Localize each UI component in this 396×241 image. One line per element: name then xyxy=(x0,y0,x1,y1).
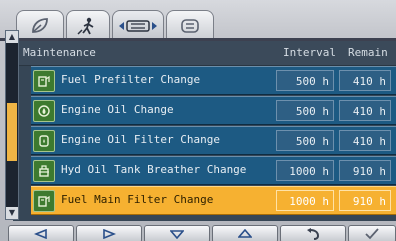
oil-drop-icon xyxy=(33,100,55,122)
item-remain: 910 h xyxy=(339,190,391,211)
fuel-filter-icon xyxy=(33,190,55,212)
tab-list[interactable] xyxy=(166,10,214,41)
arrow-down-icon xyxy=(170,230,184,239)
header-interval: Interval xyxy=(283,46,336,59)
arrow-right-icon xyxy=(103,229,116,239)
item-remain: 410 h xyxy=(339,130,391,151)
down-button[interactable] xyxy=(144,225,210,241)
item-remain: 410 h xyxy=(339,70,391,91)
header-remain: Remain xyxy=(348,46,388,59)
back-button[interactable] xyxy=(280,225,346,241)
tab-maintenance[interactable] xyxy=(112,10,164,41)
item-name: Engine Oil Filter Change xyxy=(61,133,220,146)
checkmark-icon xyxy=(365,228,379,240)
person-icon xyxy=(77,17,94,35)
item-interval: 500 h xyxy=(276,70,334,91)
tab-strip xyxy=(0,0,396,41)
maintenance-screen: Maintenance Interval Remain ▲ ▼ Fuel Pre… xyxy=(0,0,396,241)
up-button[interactable] xyxy=(212,225,278,241)
item-name: Engine Oil Change xyxy=(61,103,174,116)
list-item[interactable]: Hyd Oil Tank Breather Change 1000 h 910 … xyxy=(31,156,396,185)
item-interval: 500 h xyxy=(276,100,334,121)
list-item[interactable]: Fuel Prefilter Change 500 h 410 h xyxy=(31,66,396,95)
return-icon xyxy=(307,228,320,240)
item-name: Fuel Main Filter Change xyxy=(61,193,214,206)
item-name: Fuel Prefilter Change xyxy=(61,73,201,86)
list-item[interactable]: Engine Oil Filter Change 500 h 410 h xyxy=(31,126,396,155)
scroll-down-button[interactable]: ▼ xyxy=(6,207,18,219)
tab-operator[interactable] xyxy=(66,10,110,41)
right-button[interactable] xyxy=(76,225,142,241)
maintenance-icon xyxy=(119,20,157,32)
item-remain: 410 h xyxy=(339,100,391,121)
left-button[interactable] xyxy=(8,225,74,241)
item-interval: 1000 h xyxy=(276,160,334,181)
item-name: Hyd Oil Tank Breather Change xyxy=(61,163,247,176)
item-remain: 910 h xyxy=(339,160,391,181)
breather-icon xyxy=(33,160,55,182)
list-icon xyxy=(181,19,199,33)
soft-key-bar xyxy=(0,221,396,241)
list-item-selected[interactable]: Fuel Main Filter Change 1000 h 910 h xyxy=(31,186,396,215)
arrow-left-icon xyxy=(34,229,47,239)
arrow-up-icon xyxy=(238,229,252,238)
confirm-button[interactable] xyxy=(348,225,396,241)
scrollbar[interactable]: ▲ ▼ xyxy=(5,30,19,220)
scroll-thumb[interactable] xyxy=(7,103,17,161)
item-interval: 1000 h xyxy=(276,190,334,211)
list-header: Maintenance Interval Remain xyxy=(13,41,396,66)
oil-filter-icon xyxy=(33,130,55,152)
leaf-icon xyxy=(32,18,48,33)
scroll-up-button[interactable]: ▲ xyxy=(6,31,18,43)
header-maintenance: Maintenance xyxy=(23,46,96,59)
tab-leaf[interactable] xyxy=(16,10,64,41)
item-interval: 500 h xyxy=(276,130,334,151)
list-item[interactable]: Engine Oil Change 500 h 410 h xyxy=(31,96,396,125)
fuel-filter-icon xyxy=(33,70,55,92)
